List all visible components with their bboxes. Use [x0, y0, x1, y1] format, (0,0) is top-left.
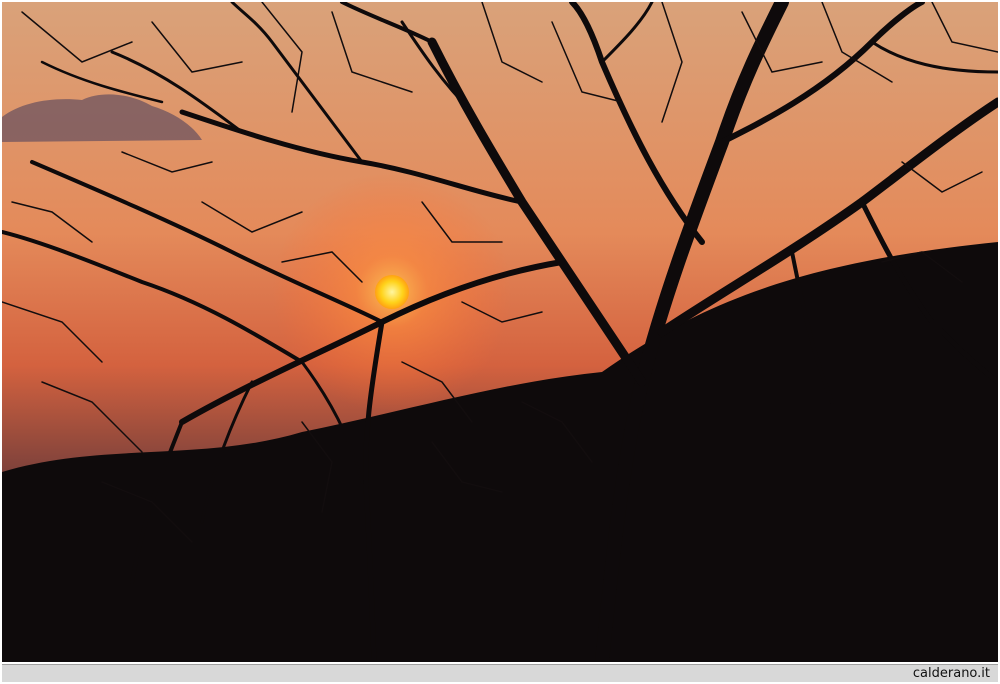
sunset-photo — [2, 2, 998, 662]
caption-bar: calderano.it — [2, 664, 998, 682]
sun — [375, 275, 409, 309]
photo-frame: calderano.it — [0, 0, 1000, 684]
credit-label: calderano.it — [912, 666, 990, 681]
